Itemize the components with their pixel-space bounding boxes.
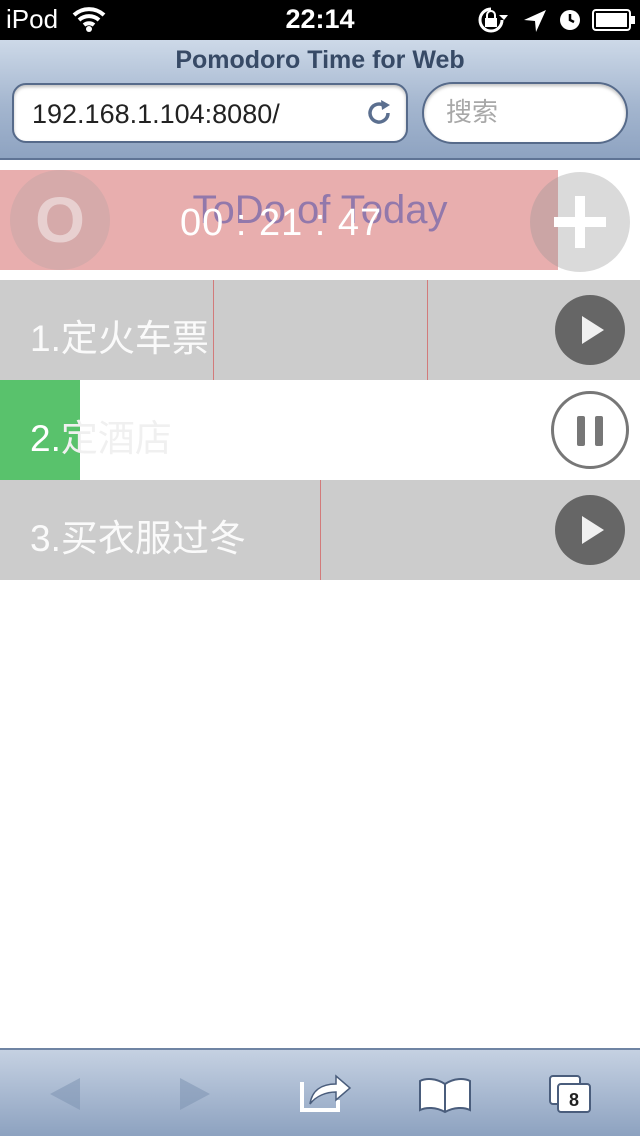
page-title: Pomodoro Time for Web — [175, 46, 465, 74]
countdown-timer: 00 : 21 : 47 — [180, 202, 383, 244]
share-icon[interactable] — [298, 1050, 352, 1138]
play-button[interactable] — [555, 295, 625, 365]
location-arrow-icon — [522, 8, 548, 39]
pause-button[interactable] — [551, 391, 629, 469]
bookmarks-icon[interactable] — [418, 1050, 472, 1138]
rotation-lock-icon — [474, 6, 508, 39]
url-field[interactable]: 192.168.1.104:8080/ — [12, 83, 408, 143]
task-label: 2.定酒店 — [30, 418, 172, 459]
tab-count: 8 — [569, 1090, 579, 1110]
status-bar: iPod 22:14 — [0, 0, 640, 40]
pomodoro-header: O ToDo of Today 00 : 21 : 47 — [0, 170, 640, 272]
browser-bottom-toolbar: 8 — [0, 1048, 640, 1136]
battery-icon — [592, 9, 636, 36]
alarm-clock-icon — [558, 8, 582, 37]
add-task-button[interactable] — [530, 172, 630, 272]
task-row-active[interactable]: 2.定酒店 — [0, 380, 640, 480]
browser-toolbar: Pomodoro Time for Web 192.168.1.104:8080… — [0, 40, 640, 160]
tabs-icon[interactable]: 8 — [548, 1050, 594, 1138]
play-icon — [582, 316, 604, 344]
task-label: 1.定火车票 — [30, 318, 209, 359]
search-input[interactable] — [444, 96, 608, 129]
forward-arrow-icon[interactable] — [174, 1050, 214, 1138]
reload-icon[interactable] — [364, 98, 394, 133]
pomodoro-divider — [427, 280, 428, 380]
play-button[interactable] — [555, 495, 625, 565]
task-row[interactable]: 1.定火车票 — [0, 280, 640, 380]
task-row[interactable]: 3.买衣服过冬 — [0, 480, 640, 580]
pomodoro-divider — [320, 480, 321, 580]
back-arrow-icon[interactable] — [46, 1050, 86, 1138]
search-field[interactable] — [422, 82, 628, 144]
play-icon — [582, 516, 604, 544]
task-label: 3.买衣服过冬 — [30, 518, 246, 559]
pause-icon — [577, 416, 585, 446]
pomodoro-divider — [213, 280, 214, 380]
url-text: 192.168.1.104:8080/ — [32, 99, 280, 129]
